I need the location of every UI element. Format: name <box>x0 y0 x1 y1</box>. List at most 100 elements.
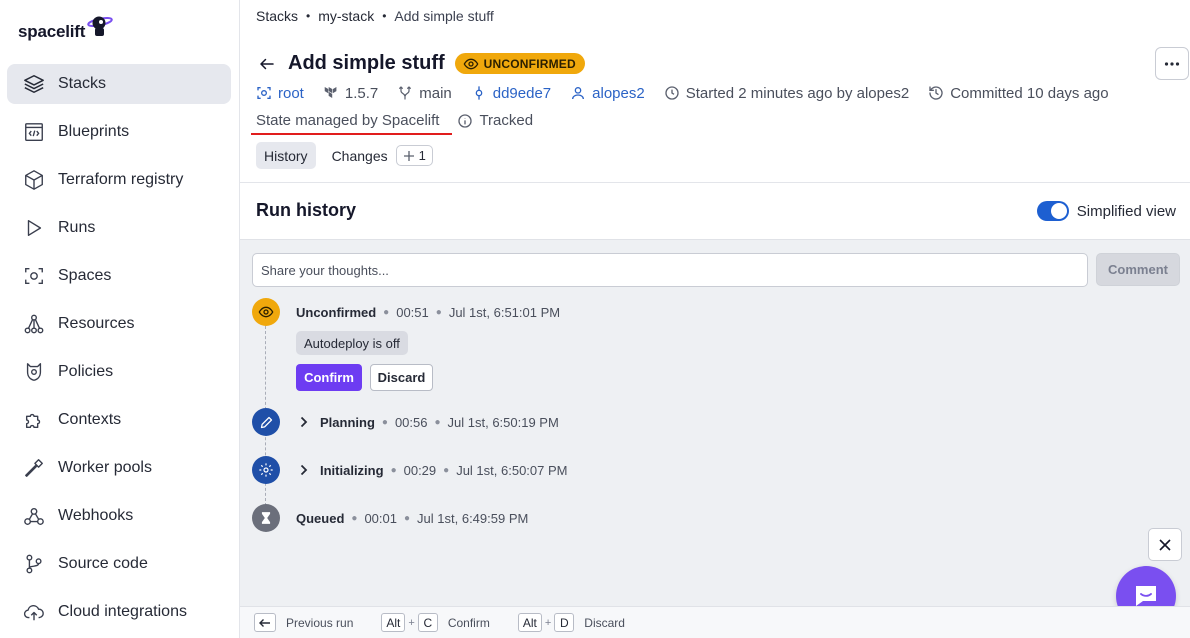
committed-text: Committed 10 days ago <box>950 84 1109 102</box>
status-badge: UNCONFIRMED <box>454 53 585 74</box>
version-value: 1.5.7 <box>344 84 379 102</box>
discard-hint: Discard <box>584 615 625 630</box>
sidebar-item-label: Blueprints <box>58 123 130 140</box>
user-link[interactable]: alopes2 <box>570 85 645 102</box>
resources-icon <box>22 312 46 336</box>
layers-icon <box>22 72 46 96</box>
sidebar-item-terraform-registry[interactable]: Terraform registry <box>7 160 231 200</box>
main-content: Stacks • my-stack • Add simple stuff Add… <box>240 0 1190 638</box>
sidebar-item-source-code[interactable]: Source code <box>7 544 231 584</box>
eye-icon <box>252 298 280 326</box>
tab-changes[interactable]: Changes 1 <box>324 142 441 169</box>
chevron-right-icon[interactable] <box>296 462 312 478</box>
blueprint-icon <box>22 120 46 144</box>
keyboard-shortcuts-bar: Previous run Alt + C Confirm Alt + D Dis… <box>240 606 1190 638</box>
user-name: alopes2 <box>592 84 645 102</box>
changes-count: 1 <box>418 148 426 163</box>
breadcrumb-stacks[interactable]: Stacks <box>256 8 298 24</box>
timeline-item-body: Planning ● 00:56 ● Jul 1st, 6:50:19 PM <box>296 414 559 430</box>
arrow-left-icon <box>259 618 270 627</box>
branch-name: main <box>419 84 452 102</box>
sidebar-item-label: Worker pools <box>58 459 152 476</box>
plus-separator: + <box>544 616 552 629</box>
page-title: Add simple stuff <box>288 52 445 74</box>
state-managed: State managed by Spacelift <box>250 112 453 135</box>
sidebar-item-resources[interactable]: Resources <box>7 304 231 344</box>
logo-text: spacelift <box>18 22 86 41</box>
sidebar-item-blueprints[interactable]: Blueprints <box>7 112 231 152</box>
confirm-button[interactable]: Confirm <box>296 364 362 391</box>
sidebar-nav: Stacks Blueprints Terraform registry Run… <box>7 64 231 638</box>
tab-history[interactable]: History <box>256 142 316 169</box>
simplified-view-toggle[interactable] <box>1036 201 1069 221</box>
eye-icon <box>463 58 479 69</box>
timeline-item-planning[interactable]: Planning ● 00:56 ● Jul 1st, 6:50:19 PM <box>252 408 559 436</box>
commit-link[interactable]: dd9ede7 <box>471 85 551 102</box>
gear-icon <box>252 456 280 484</box>
sidebar-item-worker-pools[interactable]: Worker pools <box>7 448 231 488</box>
policy-icon <box>22 360 46 384</box>
stage-time: Jul 1st, 6:50:19 PM <box>447 414 559 430</box>
started-info: Started 2 minutes ago by alopes2 <box>664 85 909 102</box>
play-icon <box>22 216 46 240</box>
sidebar-item-label: Stacks <box>58 75 107 92</box>
discard-button[interactable]: Discard <box>370 364 433 391</box>
cloud-icon <box>22 600 46 624</box>
sidebar-item-policies[interactable]: Policies <box>7 352 231 392</box>
stage-name: Initializing <box>320 462 384 478</box>
back-arrow-icon[interactable] <box>256 53 278 75</box>
breadcrumb-stack[interactable]: my-stack <box>318 8 374 24</box>
space-icon <box>257 87 271 99</box>
webhook-icon <box>22 504 46 528</box>
stage-time: Jul 1st, 6:49:59 PM <box>417 510 529 526</box>
sidebar-item-label: Runs <box>58 219 96 236</box>
stage-duration: 00:01 <box>364 510 397 526</box>
tabs: History Changes 1 <box>256 142 441 169</box>
simplified-view-control: Simplified view <box>1036 201 1176 221</box>
stage-name: Planning <box>320 414 375 430</box>
spaces-icon <box>22 264 46 288</box>
history-panel: Comment Unconfirmed ● 00:51 ● Jul 1st, 6… <box>240 239 1190 606</box>
sidebar-item-stacks[interactable]: Stacks <box>7 64 231 104</box>
chevron-right-icon[interactable] <box>296 414 312 430</box>
sidebar-item-runs[interactable]: Runs <box>7 208 231 248</box>
puzzle-icon <box>22 408 46 432</box>
timeline-item-initializing[interactable]: Initializing ● 00:29 ● Jul 1st, 6:50:07 … <box>252 456 567 484</box>
tracked-text: Tracked <box>479 112 534 129</box>
sidebar: spacelift Stacks Blueprints Terraform re… <box>0 0 240 638</box>
sidebar-item-webhooks[interactable]: Webhooks <box>7 496 231 536</box>
commit-icon <box>475 86 483 100</box>
sidebar-item-spaces[interactable]: Spaces <box>7 256 231 296</box>
comment-input[interactable] <box>252 253 1088 287</box>
terraform-version: 1.5.7 <box>323 85 378 102</box>
run-history-title: Run history <box>256 200 357 220</box>
state-row: State managed by Spacelift Tracked <box>250 112 534 135</box>
stage-name: Queued <box>296 510 345 526</box>
dot-separator: ● <box>434 416 441 428</box>
sidebar-item-label: Resources <box>58 315 135 332</box>
user-icon <box>572 87 585 100</box>
more-options-button[interactable] <box>1155 47 1189 80</box>
stage-duration: 00:29 <box>403 462 437 478</box>
sidebar-item-contexts[interactable]: Contexts <box>7 400 231 440</box>
dot-separator: ● <box>443 464 450 476</box>
sidebar-item-cloud-integrations[interactable]: Cloud integrations <box>7 592 231 632</box>
hammer-icon <box>22 456 46 480</box>
close-button[interactable] <box>1148 528 1182 561</box>
stage-name: Unconfirmed <box>296 304 377 320</box>
spacelift-logo[interactable]: spacelift <box>18 10 113 42</box>
timeline-item-body: Queued ● 00:01 ● Jul 1st, 6:49:59 PM <box>296 511 528 526</box>
sidebar-item-label: Source code <box>58 555 148 572</box>
sidebar-item-label: Policies <box>58 363 114 380</box>
space-link[interactable]: root <box>256 85 304 102</box>
d-key: D <box>554 613 575 632</box>
clock-icon <box>665 86 679 100</box>
comment-button[interactable]: Comment <box>1096 253 1180 286</box>
started-text: Started 2 minutes ago by alopes2 <box>685 84 910 102</box>
stage-duration: 00:56 <box>394 414 428 430</box>
terraform-icon <box>324 87 337 98</box>
sidebar-item-label: Terraform registry <box>58 171 184 188</box>
tab-history-label: History <box>264 147 308 164</box>
dot-separator: ● <box>383 306 390 318</box>
previous-run-hint: Previous run <box>286 615 354 630</box>
